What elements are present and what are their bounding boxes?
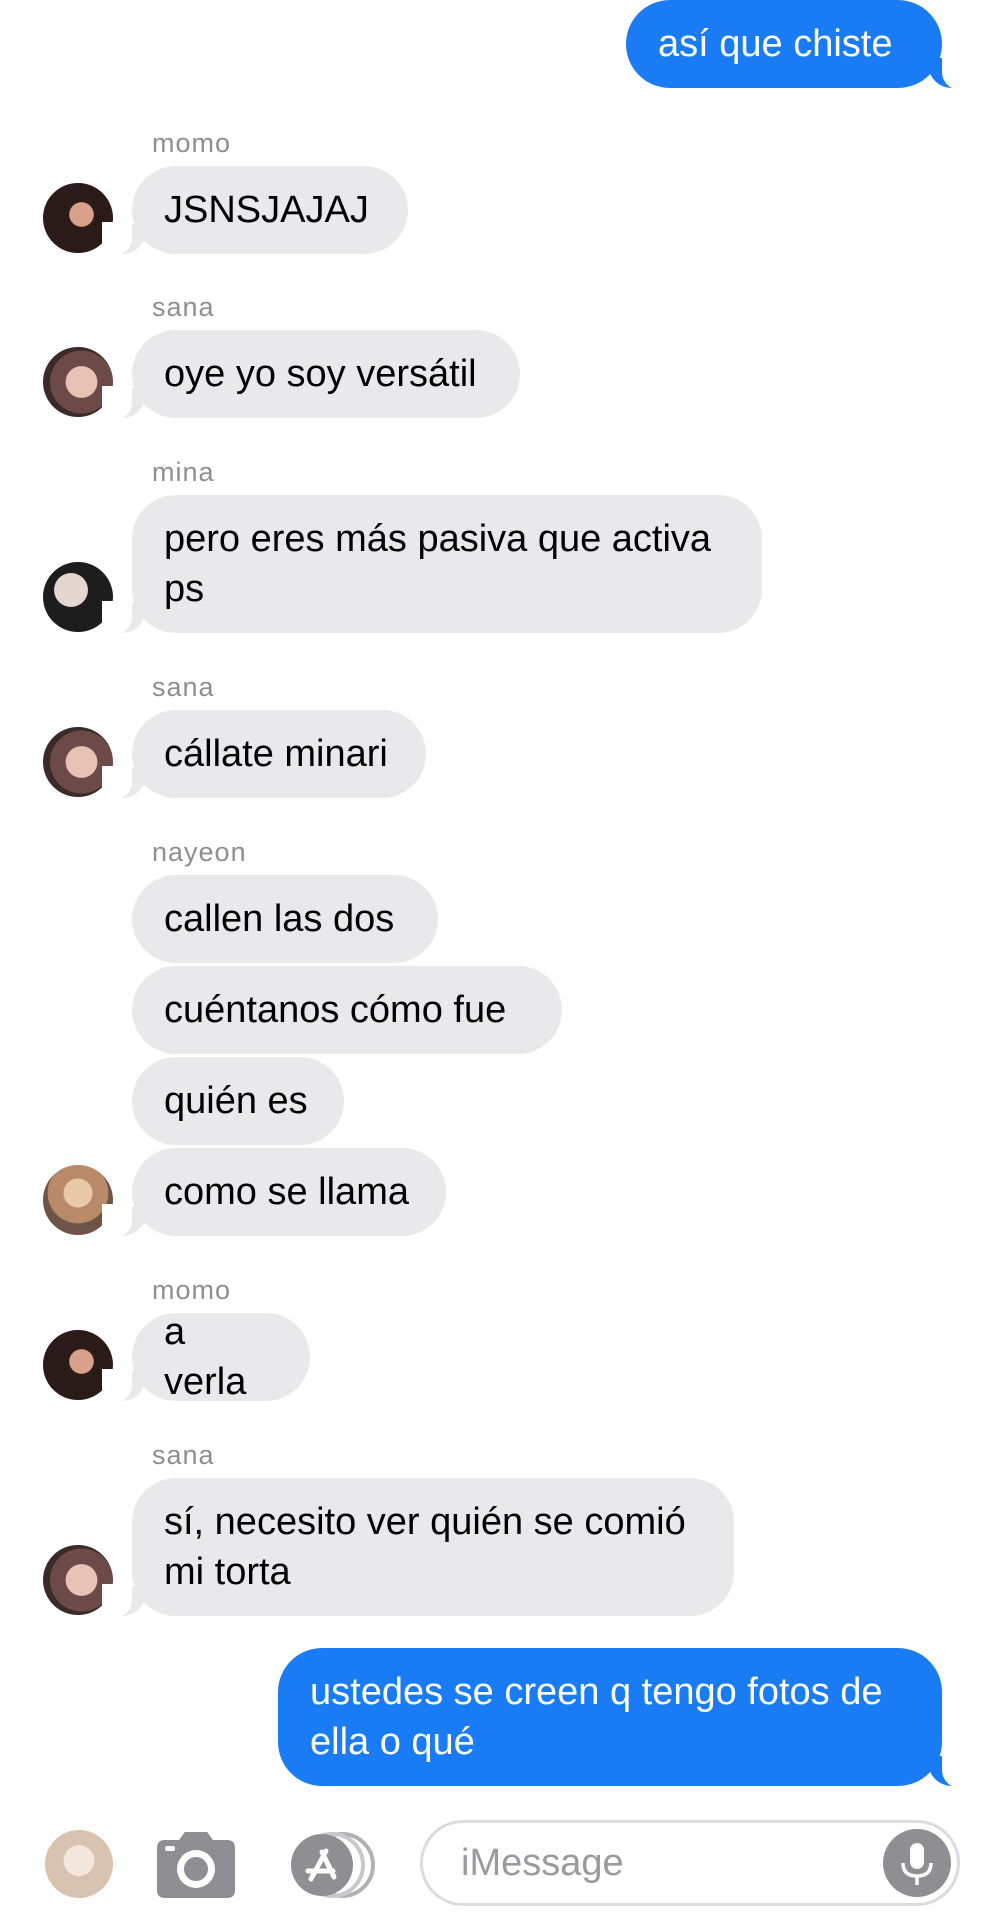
sender-name: momo (152, 1275, 232, 1305)
message-incoming[interactable]: a verla (102, 1311, 310, 1403)
message-text: oye yo soy versátil (164, 353, 477, 395)
message-text: sí, necesito ver quién se comió mi torta (164, 1501, 686, 1593)
message-text: cállate minari (164, 733, 388, 775)
message-incoming[interactable]: cállate minari (102, 710, 426, 800)
message-text: pero eres más pasiva que activa ps (164, 518, 712, 610)
message-outgoing[interactable]: así que chiste (626, 0, 972, 90)
sender-name: mina (152, 457, 215, 487)
message-incoming[interactable]: JSNSJAJAJ (102, 166, 408, 256)
message-text: como se llama (164, 1171, 409, 1213)
message-incoming[interactable]: pero eres más pasiva que activa ps (102, 495, 762, 635)
message-incoming[interactable]: quién es (132, 1057, 344, 1145)
message-text: ustedes se creen q tengo fotos de ella o… (310, 1671, 883, 1763)
camera-icon[interactable] (157, 1832, 235, 1903)
profile-avatar[interactable] (45, 1830, 113, 1898)
sender-name: nayeon (152, 837, 247, 867)
app-store-icon[interactable] (284, 1832, 380, 1903)
sender-name: sana (152, 672, 215, 702)
message-incoming[interactable]: oye yo soy versátil (102, 330, 520, 420)
message-incoming[interactable]: sí, necesito ver quién se comió mi torta (102, 1478, 734, 1618)
message-text: callen las dos (164, 898, 395, 940)
message-text: a verla (164, 1311, 247, 1403)
message-text: JSNSJAJAJ (164, 189, 369, 231)
message-incoming[interactable]: como se llama (102, 1148, 446, 1238)
sender-name: momo (152, 128, 232, 158)
message-input[interactable]: iMessage (420, 1820, 960, 1906)
sender-name: sana (152, 292, 215, 322)
message-input-placeholder: iMessage (461, 1842, 624, 1884)
message-text: así que chiste (658, 23, 893, 65)
message-outgoing[interactable]: ustedes se creen q tengo fotos de ella o… (278, 1648, 972, 1788)
message-incoming[interactable]: cuéntanos cómo fue (132, 966, 562, 1054)
microphone-icon[interactable] (883, 1829, 951, 1897)
sender-name: sana (152, 1440, 215, 1470)
message-text: cuéntanos cómo fue (164, 989, 507, 1031)
message-text: quién es (164, 1080, 308, 1122)
message-incoming[interactable]: callen las dos (132, 875, 438, 963)
